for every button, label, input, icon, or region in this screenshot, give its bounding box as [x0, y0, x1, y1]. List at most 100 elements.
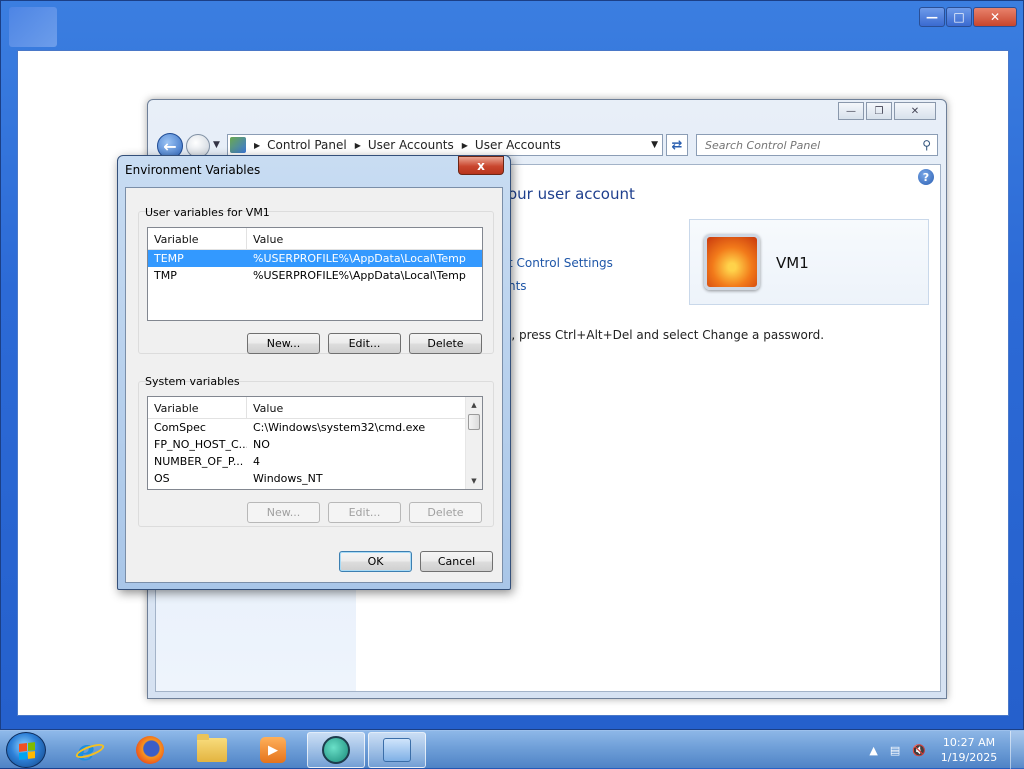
close-icon: ✕: [989, 10, 1001, 24]
scroll-down-icon[interactable]: ▼: [466, 473, 482, 489]
show-desktop-button[interactable]: [1010, 731, 1024, 769]
folder-icon: [197, 734, 227, 762]
system-edit-button[interactable]: Edit...: [328, 502, 401, 523]
minimize-icon: —: [846, 105, 856, 117]
close-icon: x: [477, 158, 485, 173]
avatar: [704, 234, 760, 290]
system-new-button[interactable]: New...: [247, 502, 320, 523]
variable-name: TEMP: [154, 252, 184, 265]
system-tray: ▲ ▤ 🔇 10:27 AM 1/19/2025: [869, 731, 1024, 769]
media-player-icon: ▶: [260, 737, 286, 763]
app-icon: [322, 736, 350, 764]
system-variables-list[interactable]: Variable Value ComSpec C:\Windows\system…: [147, 396, 483, 490]
ok-button[interactable]: OK: [339, 551, 412, 572]
system-variables-label: System variables: [145, 375, 240, 388]
firefox-icon: [136, 736, 164, 764]
dialog-close-button[interactable]: x: [458, 156, 504, 175]
list-item[interactable]: TMP %USERPROFILE%\AppData\Local\Temp: [148, 267, 482, 284]
uac-settings-link[interactable]: t Control Settings: [508, 256, 613, 270]
search-box[interactable]: ⚲: [696, 134, 938, 156]
taskbar-internet-explorer[interactable]: e: [60, 732, 118, 768]
variable-value: %USERPROFILE%\AppData\Local\Temp: [253, 252, 466, 265]
variable-value: NO: [253, 438, 270, 451]
breadcrumb-chevron-icon[interactable]: ▶: [355, 141, 361, 150]
clock-date: 1/19/2025: [940, 751, 998, 764]
user-variables-list[interactable]: Variable Value TEMP %USERPROFILE%\AppDat…: [147, 227, 483, 321]
column-header-variable[interactable]: Variable: [148, 397, 247, 418]
control-panel-icon: [383, 738, 411, 762]
column-header-value[interactable]: Value: [247, 397, 465, 418]
refresh-icon: ⇄: [671, 137, 683, 153]
back-arrow-icon: ←: [163, 136, 177, 156]
scroll-up-icon[interactable]: ▲: [466, 397, 482, 413]
clock[interactable]: 10:27 AM 1/19/2025: [938, 735, 1000, 765]
help-icon[interactable]: ?: [918, 169, 934, 185]
recent-pages-dropdown[interactable]: ▼: [213, 140, 220, 150]
variable-name: NUMBER_OF_P...: [154, 455, 244, 468]
window-app-icon: [9, 7, 57, 47]
taskbar: e ▶ ▲ ▤ 🔇 10:27 AM 1/19/2025: [0, 730, 1024, 769]
minimize-button[interactable]: —: [919, 7, 945, 27]
user-card: VM1: [689, 219, 929, 305]
user-delete-button[interactable]: Delete: [409, 333, 482, 354]
system-variables-rows: ComSpec C:\Windows\system32\cmd.exe FP_N…: [148, 419, 465, 487]
cancel-button[interactable]: Cancel: [420, 551, 493, 572]
maximize-button[interactable]: □: [946, 7, 972, 27]
close-button[interactable]: ✕: [973, 7, 1017, 27]
variable-name: TMP: [154, 269, 177, 282]
variable-value: 4: [253, 455, 260, 468]
column-header-variable[interactable]: Variable: [148, 228, 247, 249]
breadcrumb-chevron-icon[interactable]: ▶: [462, 141, 468, 150]
show-hidden-icons-icon[interactable]: ▲: [869, 744, 877, 757]
taskbar-media-player[interactable]: ▶: [244, 732, 302, 768]
user-edit-button[interactable]: Edit...: [328, 333, 401, 354]
taskbar-windows-explorer[interactable]: [183, 732, 241, 768]
start-button[interactable]: [6, 732, 46, 768]
address-bar[interactable]: ▶ Control Panel ▶ User Accounts ▶ User A…: [227, 134, 663, 156]
cp-minimize-button[interactable]: —: [838, 102, 864, 120]
cp-close-button[interactable]: ✕: [894, 102, 936, 120]
volume-muted-icon[interactable]: 🔇: [912, 744, 926, 757]
dialog-client: User variables for VM1 Variable Value TE…: [125, 187, 503, 583]
list-header: Variable Value: [148, 397, 465, 419]
scroll-thumb[interactable]: [468, 414, 480, 430]
system-delete-button[interactable]: Delete: [409, 502, 482, 523]
restore-icon: ❐: [874, 105, 884, 117]
variable-value: C:\Windows\system32\cmd.exe: [253, 421, 426, 434]
vertical-scrollbar[interactable]: ▲ ▼: [465, 397, 482, 489]
cp-restore-button[interactable]: ❐: [866, 102, 892, 120]
list-header: Variable Value: [148, 228, 482, 250]
network-icon[interactable]: ▤: [890, 744, 900, 757]
list-item[interactable]: OS Windows_NT: [148, 470, 465, 487]
change-password-hint: l, press Ctrl+Alt+Del and select Change …: [508, 328, 825, 342]
breadcrumb-chevron-icon[interactable]: ▶: [254, 141, 260, 150]
dialog-title: Environment Variables: [125, 163, 261, 177]
variable-value: Windows_NT: [253, 472, 323, 485]
maximize-icon: □: [953, 10, 965, 24]
taskbar-control-panel[interactable]: [368, 732, 426, 768]
taskbar-app[interactable]: [307, 732, 365, 768]
user-new-button[interactable]: New...: [247, 333, 320, 354]
search-input[interactable]: [703, 137, 923, 153]
list-item[interactable]: ComSpec C:\Windows\system32\cmd.exe: [148, 419, 465, 436]
outer-window-controls: — □ ✕: [919, 7, 1017, 27]
address-dropdown-icon[interactable]: ▼: [651, 140, 658, 150]
internet-explorer-icon: e: [74, 734, 106, 767]
list-item[interactable]: NUMBER_OF_P... 4: [148, 453, 465, 470]
variable-name: FP_NO_HOST_C...: [154, 438, 247, 451]
search-icon[interactable]: ⚲: [922, 138, 931, 152]
cp-window-controls: — ❐ ✕: [836, 102, 936, 120]
breadcrumb-user-accounts-current[interactable]: User Accounts: [475, 138, 561, 152]
list-item[interactable]: TEMP %USERPROFILE%\AppData\Local\Temp: [148, 250, 482, 267]
list-item[interactable]: FP_NO_HOST_C... NO: [148, 436, 465, 453]
breadcrumb-user-accounts[interactable]: User Accounts: [368, 138, 454, 152]
column-header-value[interactable]: Value: [247, 228, 482, 249]
user-name: VM1: [776, 254, 809, 272]
user-variables-label: User variables for VM1: [145, 206, 270, 219]
minimize-icon: —: [926, 10, 938, 24]
variable-value: %USERPROFILE%\AppData\Local\Temp: [253, 269, 466, 282]
breadcrumb-control-panel[interactable]: Control Panel: [267, 138, 347, 152]
taskbar-firefox[interactable]: [121, 732, 179, 768]
refresh-button[interactable]: ⇄: [666, 134, 688, 156]
page-heading: our user account: [508, 185, 635, 203]
